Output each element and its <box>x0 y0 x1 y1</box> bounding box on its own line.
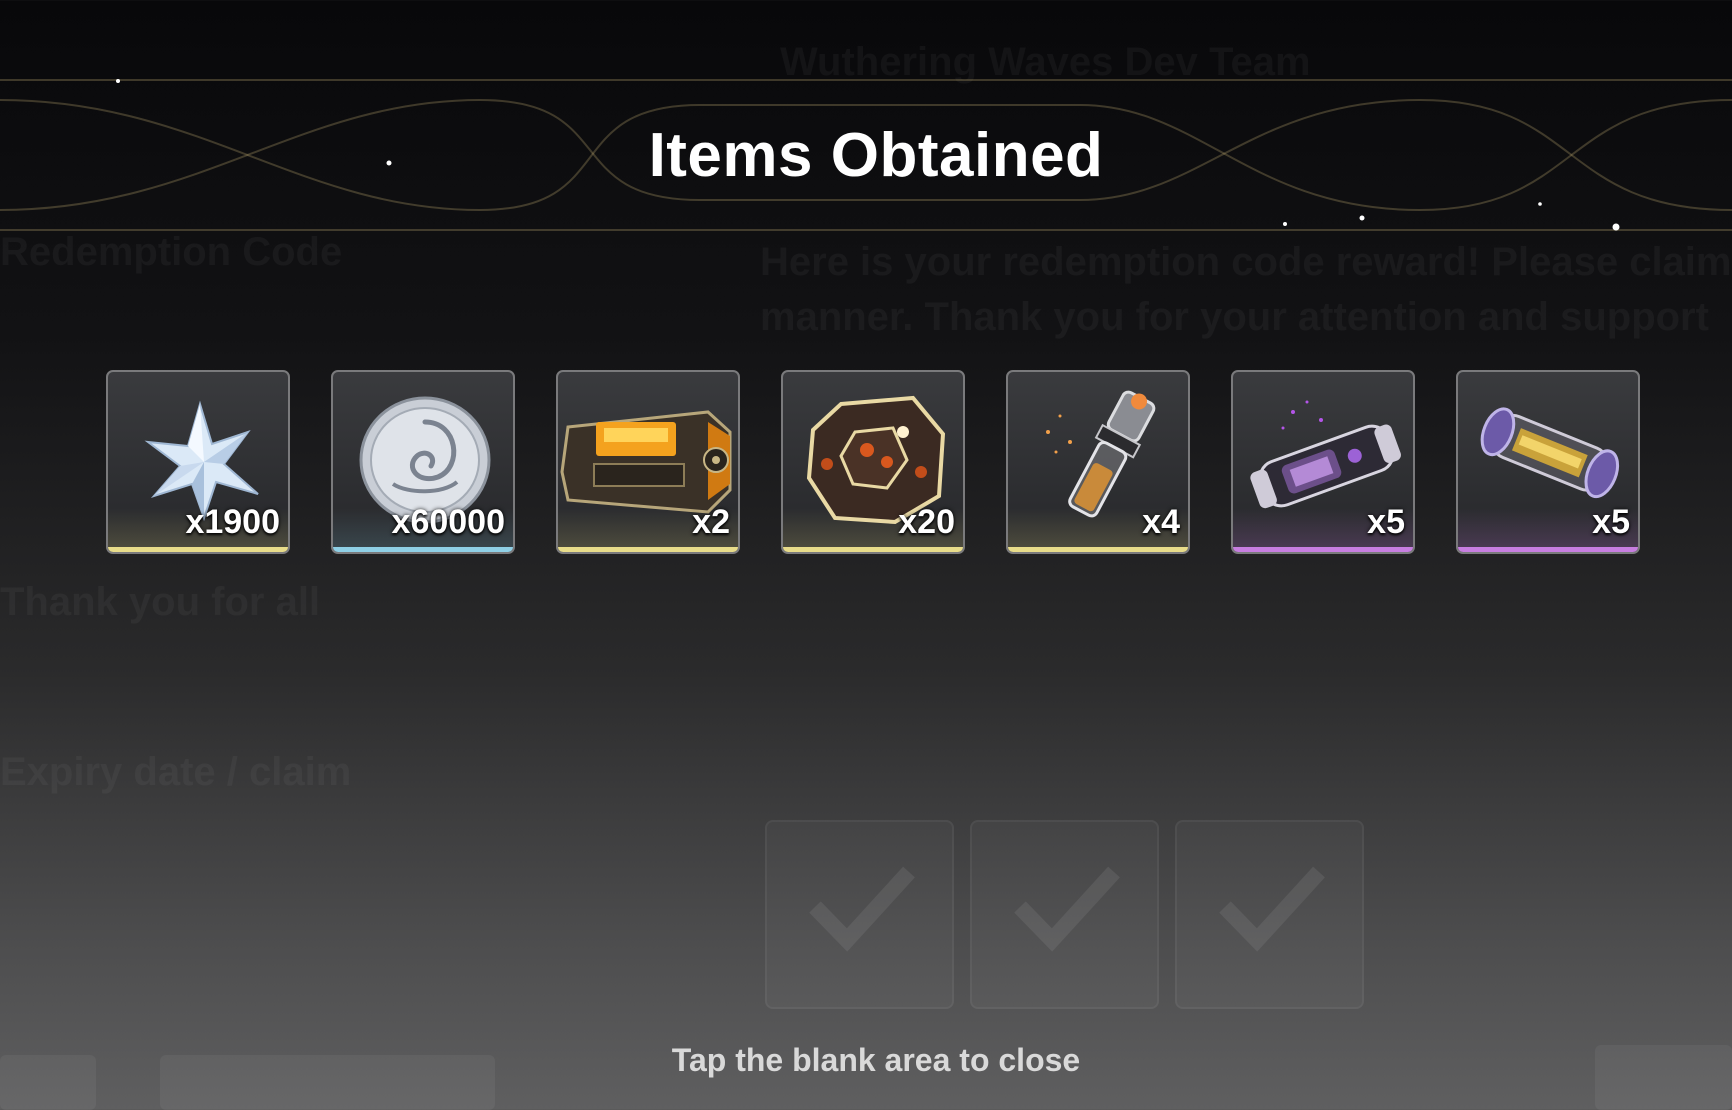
item-quantity: x5 <box>1592 503 1630 541</box>
item-card[interactable]: x5 <box>1456 370 1640 554</box>
item-card[interactable]: x20 <box>781 370 965 554</box>
item-card[interactable]: x5 <box>1231 370 1415 554</box>
item-card[interactable]: x4 <box>1006 370 1190 554</box>
item-card[interactable]: x60000 <box>331 370 515 554</box>
close-hint[interactable]: Tap the blank area to close <box>0 1042 1732 1079</box>
item-card[interactable]: x1900 <box>106 370 290 554</box>
item-quantity: x20 <box>898 503 955 541</box>
item-quantity: x2 <box>692 503 730 541</box>
page-title: Items Obtained <box>648 121 1104 190</box>
item-card[interactable]: x2 <box>556 370 740 554</box>
item-quantity: x1900 <box>185 503 280 541</box>
item-quantity: x60000 <box>391 503 505 541</box>
item-quantity: x4 <box>1142 503 1180 541</box>
item-quantity: x5 <box>1367 503 1405 541</box>
items-list: x1900 x60000 x2 x20 x4 x5 x5 <box>106 370 1648 556</box>
